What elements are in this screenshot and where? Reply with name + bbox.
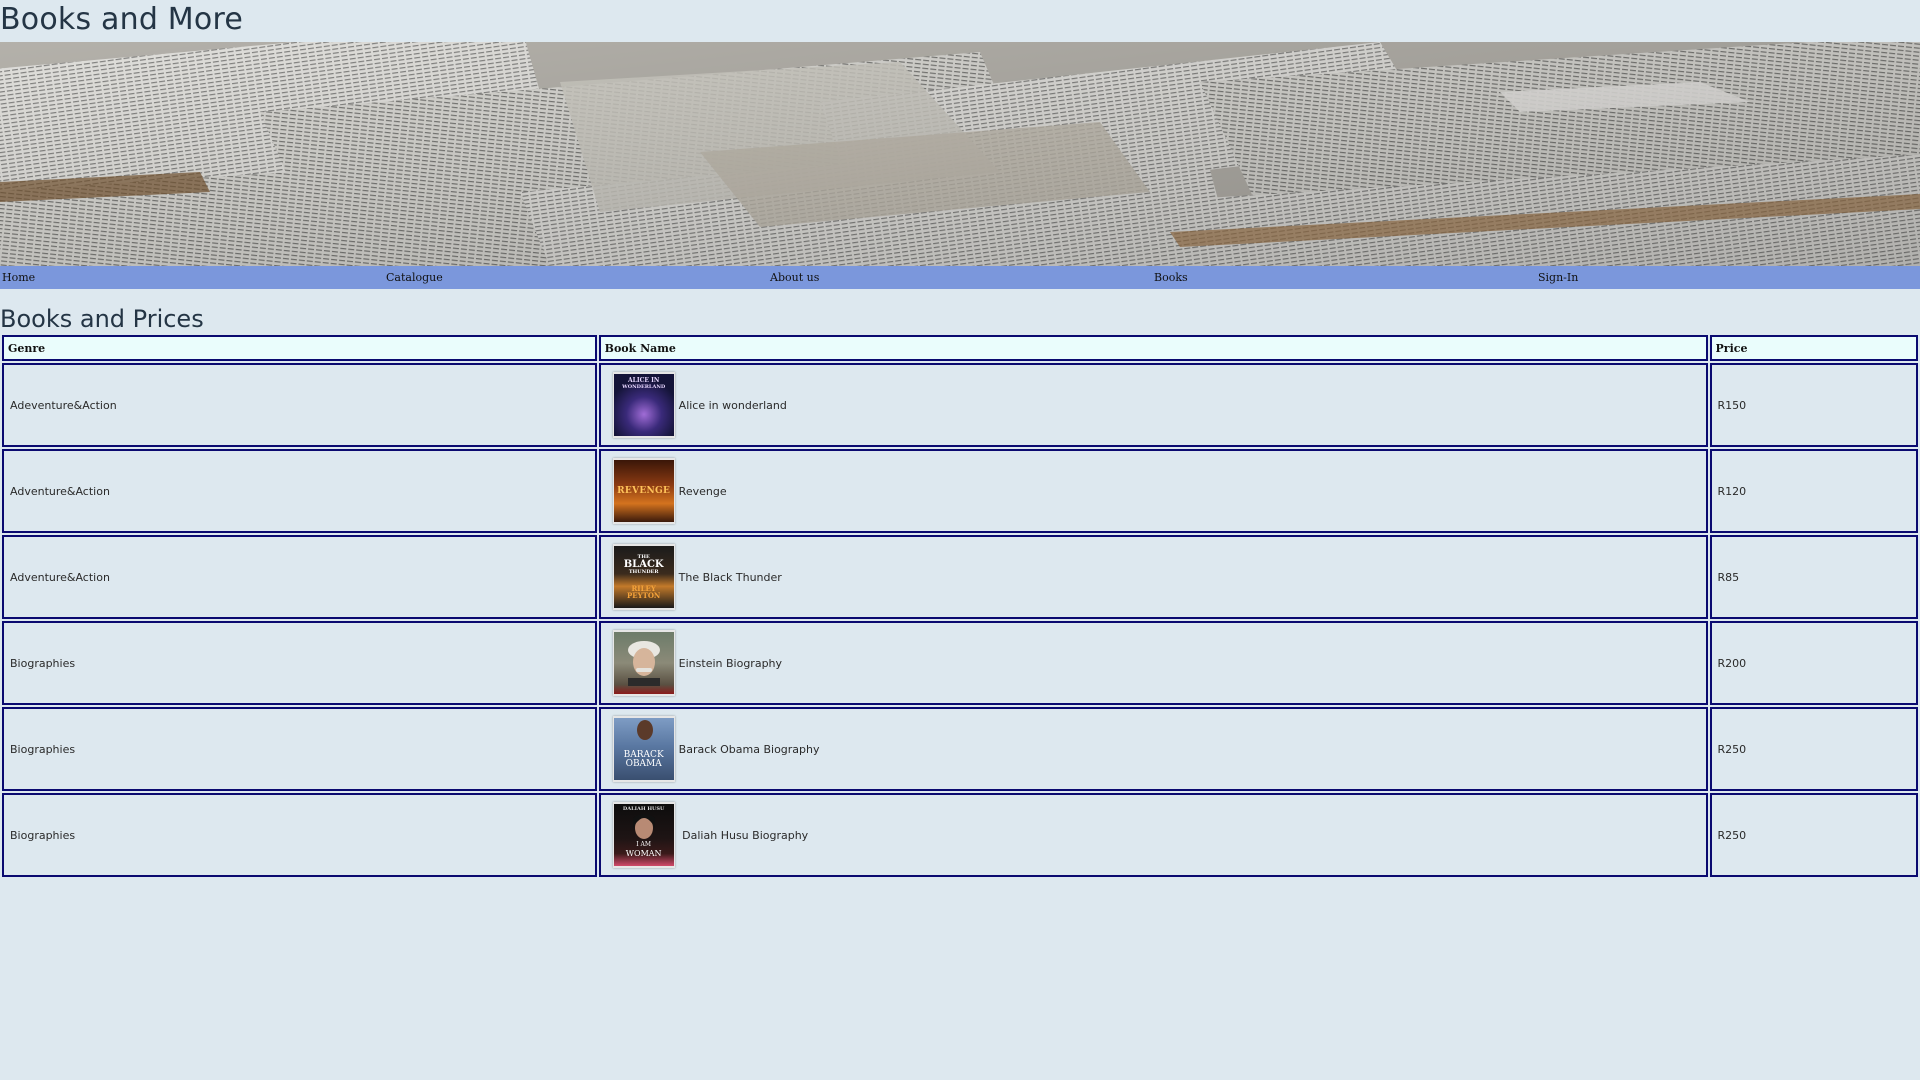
book-cover-image: ALICE IN WONDERLAND — [612, 372, 675, 438]
book-title: Revenge — [678, 484, 727, 498]
book-cover-image — [612, 630, 675, 696]
einstein-cover-icon — [613, 632, 674, 694]
table-row: Adventure&Action REVENGE Revenge R120 — [2, 449, 1918, 533]
price-cell: R150 — [1709, 363, 1918, 447]
price-cell: R200 — [1709, 621, 1918, 705]
revenge-cover-icon: REVENGE — [613, 460, 674, 522]
book-title: Einstein Biography — [678, 656, 783, 670]
book-title: Alice in wonderland — [678, 398, 787, 412]
table-header-row: Genre Book Name Price — [2, 335, 1918, 361]
daliah-cover-icon: DALIAH HUSU I AM WOMAN — [613, 804, 674, 866]
book-name-cell: DALIAH HUSU I AM WOMAN Daliah Husu Biogr… — [598, 793, 1708, 877]
genre-cell: Adventure&Action — [2, 449, 597, 533]
book-name-cell: BARACK OBAMA Barack Obama Biography — [598, 707, 1708, 791]
nav-home-link[interactable]: Home — [0, 271, 384, 284]
obama-cover-icon: BARACK OBAMA — [613, 718, 674, 780]
section-title: Books and Prices — [0, 305, 204, 333]
book-name-column-header: Book Name — [598, 335, 1708, 361]
book-title: Daliah Husu Biography — [678, 828, 809, 842]
book-name-cell: REVENGE Revenge — [598, 449, 1708, 533]
obama-portrait-icon — [636, 720, 653, 740]
book-name-cell: THE BLACK THUNDER RILEY PEYTON The Black… — [598, 535, 1708, 619]
daliah-portrait-icon — [632, 814, 655, 839]
book-cover-image: BARACK OBAMA — [612, 716, 675, 782]
table-row: Biographies Einstein Biography R200 — [2, 621, 1918, 705]
price-cell: R250 — [1709, 707, 1918, 791]
price-cell: R250 — [1709, 793, 1918, 877]
einstein-portrait-icon — [627, 641, 660, 686]
nav-books-link[interactable]: Books — [1152, 271, 1536, 284]
book-name-cell: ALICE IN WONDERLAND Alice in wonderland — [598, 363, 1708, 447]
book-name-cell: Einstein Biography — [598, 621, 1708, 705]
genre-cell: Biographies — [2, 621, 597, 705]
nav-catalogue-link[interactable]: Catalogue — [384, 271, 768, 284]
price-cell: R120 — [1709, 449, 1918, 533]
table-row: Adeventure&Action ALICE IN WONDERLAND Al… — [2, 363, 1918, 447]
book-cover-image: THE BLACK THUNDER RILEY PEYTON — [612, 544, 675, 610]
nav-about-us-link[interactable]: About us — [768, 271, 1152, 284]
site-title: Books and More — [0, 2, 243, 37]
hero-banner-image — [0, 42, 1920, 266]
genre-cell: Biographies — [2, 793, 597, 877]
genre-column-header: Genre — [2, 335, 597, 361]
book-cover-image: DALIAH HUSU I AM WOMAN — [612, 802, 675, 868]
table-row: Adventure&Action THE BLACK THUNDER RILEY… — [2, 535, 1918, 619]
table-row: Biographies BARACK OBAMA Barack Obama Bi… — [2, 707, 1918, 791]
black-thunder-cover-icon: THE BLACK THUNDER RILEY PEYTON — [613, 546, 674, 608]
genre-cell: Adventure&Action — [2, 535, 597, 619]
book-cover-image: REVENGE — [612, 458, 675, 524]
book-title: The Black Thunder — [678, 570, 782, 584]
books-price-table: Genre Book Name Price Adeventure&Action … — [0, 333, 1920, 879]
table-row: Biographies DALIAH HUSU I AM WOMAN Dalia… — [2, 793, 1918, 877]
nav-sign-in-link[interactable]: Sign-In — [1536, 271, 1920, 284]
book-title: Barack Obama Biography — [678, 742, 820, 756]
price-cell: R85 — [1709, 535, 1918, 619]
price-column-header: Price — [1709, 335, 1918, 361]
genre-cell: Biographies — [2, 707, 597, 791]
alice-cover-icon: ALICE IN WONDERLAND — [613, 374, 674, 436]
open-books-pages-image — [0, 42, 1920, 266]
genre-cell: Adeventure&Action — [2, 363, 597, 447]
main-nav: Home Catalogue About us Books Sign-In — [0, 266, 1920, 289]
